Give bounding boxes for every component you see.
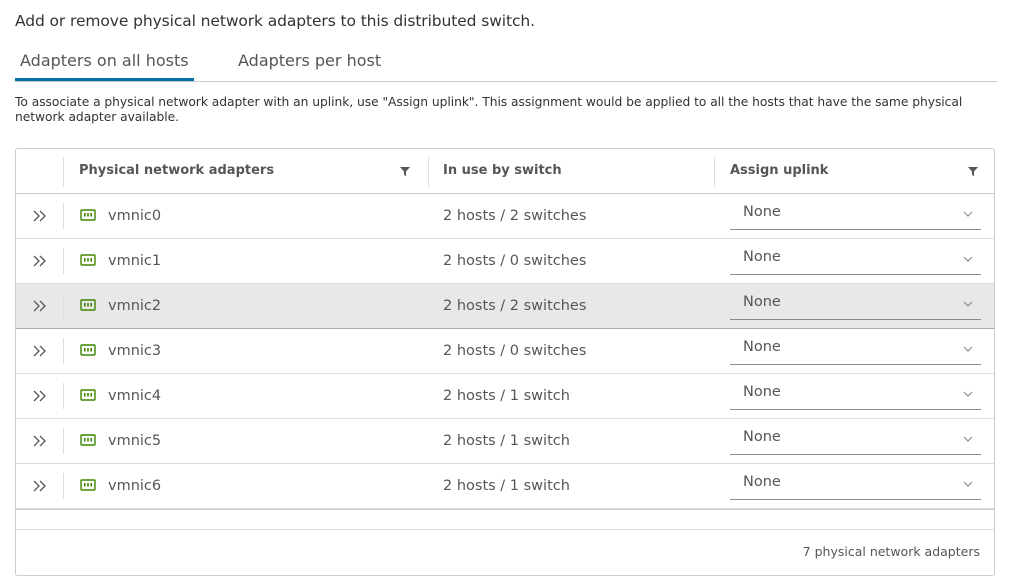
adapter-name: vmnic3: [108, 343, 162, 359]
column-header-in-use[interactable]: In use by switch: [428, 149, 714, 193]
assign-uplink-value: None: [743, 294, 781, 310]
assign-uplink-value: None: [743, 474, 781, 490]
double-chevron-right-icon[interactable]: [16, 329, 63, 373]
chevron-down-icon: [963, 436, 973, 442]
assign-uplink-select[interactable]: None: [730, 472, 981, 500]
network-adapter-icon: [80, 299, 96, 311]
table-row[interactable]: vmnic3 2 hosts / 0 switches None: [16, 329, 994, 374]
chevron-down-icon: [963, 301, 973, 307]
adapter-name: vmnic4: [108, 388, 162, 404]
row-separator: [63, 383, 64, 409]
adapter-name: vmnic5: [108, 433, 162, 449]
tab-adapters-per-host[interactable]: Adapters per host: [233, 50, 386, 80]
double-chevron-right-icon[interactable]: [16, 419, 63, 463]
double-chevron-right-icon[interactable]: [16, 284, 63, 328]
network-adapter-icon: [80, 389, 96, 401]
network-adapter-icon: [80, 209, 96, 221]
table-row[interactable]: vmnic0 2 hosts / 2 switches None: [16, 194, 994, 239]
double-chevron-right-icon[interactable]: [16, 464, 63, 508]
table-row[interactable]: vmnic5 2 hosts / 1 switch None: [16, 419, 994, 464]
table-row[interactable]: vmnic2 2 hosts / 2 switches None: [16, 284, 994, 329]
chevron-down-icon: [963, 481, 973, 487]
in-use-by-switch: 2 hosts / 0 switches: [443, 253, 587, 269]
double-chevron-right-icon[interactable]: [16, 374, 63, 418]
grid-footer-divider: [16, 509, 994, 530]
column-header-assign-uplink[interactable]: Assign uplink: [715, 149, 994, 193]
table-row[interactable]: vmnic6 2 hosts / 1 switch None: [16, 464, 994, 509]
network-adapter-icon: [80, 344, 96, 356]
row-separator: [63, 473, 64, 499]
in-use-by-switch: 2 hosts / 2 switches: [443, 208, 587, 224]
grid-footer-count: 7 physical network adapters: [802, 544, 980, 559]
assign-uplink-select[interactable]: None: [730, 382, 981, 410]
assign-uplink-select[interactable]: None: [730, 202, 981, 230]
chevron-down-icon: [963, 346, 973, 352]
network-adapter-icon: [80, 479, 96, 491]
description-text: To associate a physical network adapter …: [15, 95, 963, 124]
in-use-by-switch: 2 hosts / 0 switches: [443, 343, 587, 359]
assign-uplink-value: None: [743, 339, 781, 355]
assign-uplink-value: None: [743, 204, 781, 220]
in-use-by-switch: 2 hosts / 1 switch: [443, 388, 570, 404]
adapter-name: vmnic2: [108, 298, 162, 314]
assign-uplink-select[interactable]: None: [730, 427, 981, 455]
network-adapter-icon: [80, 254, 96, 266]
assign-uplink-value: None: [743, 249, 781, 265]
double-chevron-right-icon[interactable]: [16, 239, 63, 283]
row-separator: [63, 248, 64, 274]
intro-text: Add or remove physical network adapters …: [15, 12, 535, 30]
tab-bar: Adapters on all hosts Adapters per host: [15, 50, 997, 82]
assign-uplink-select[interactable]: None: [730, 292, 981, 320]
tab-adapters-on-all-hosts[interactable]: Adapters on all hosts: [15, 50, 194, 81]
column-header-physical-adapters[interactable]: Physical network adapters: [64, 149, 428, 193]
row-separator: [63, 428, 64, 454]
row-separator: [63, 203, 64, 229]
adapter-name: vmnic0: [108, 208, 162, 224]
in-use-by-switch: 2 hosts / 2 switches: [443, 298, 587, 314]
assign-uplink-value: None: [743, 429, 781, 445]
assign-uplink-value: None: [743, 384, 781, 400]
assign-uplink-select[interactable]: None: [730, 337, 981, 365]
row-separator: [63, 293, 64, 319]
adapters-grid: Physical network adapters In use by swit…: [15, 148, 995, 576]
in-use-by-switch: 2 hosts / 1 switch: [443, 478, 570, 494]
chevron-down-icon: [963, 211, 973, 217]
in-use-by-switch: 2 hosts / 1 switch: [443, 433, 570, 449]
table-row[interactable]: vmnic1 2 hosts / 0 switches None: [16, 239, 994, 284]
filter-icon[interactable]: [967, 165, 979, 177]
adapter-name: vmnic1: [108, 253, 162, 269]
double-chevron-right-icon[interactable]: [16, 194, 63, 238]
chevron-down-icon: [963, 256, 973, 262]
adapter-name: vmnic6: [108, 478, 162, 494]
chevron-down-icon: [963, 391, 973, 397]
row-separator: [63, 338, 64, 364]
network-adapter-icon: [80, 434, 96, 446]
table-row[interactable]: vmnic4 2 hosts / 1 switch None: [16, 374, 994, 419]
filter-icon[interactable]: [399, 165, 411, 177]
grid-header: Physical network adapters In use by swit…: [16, 149, 994, 194]
assign-uplink-select[interactable]: None: [730, 247, 981, 275]
